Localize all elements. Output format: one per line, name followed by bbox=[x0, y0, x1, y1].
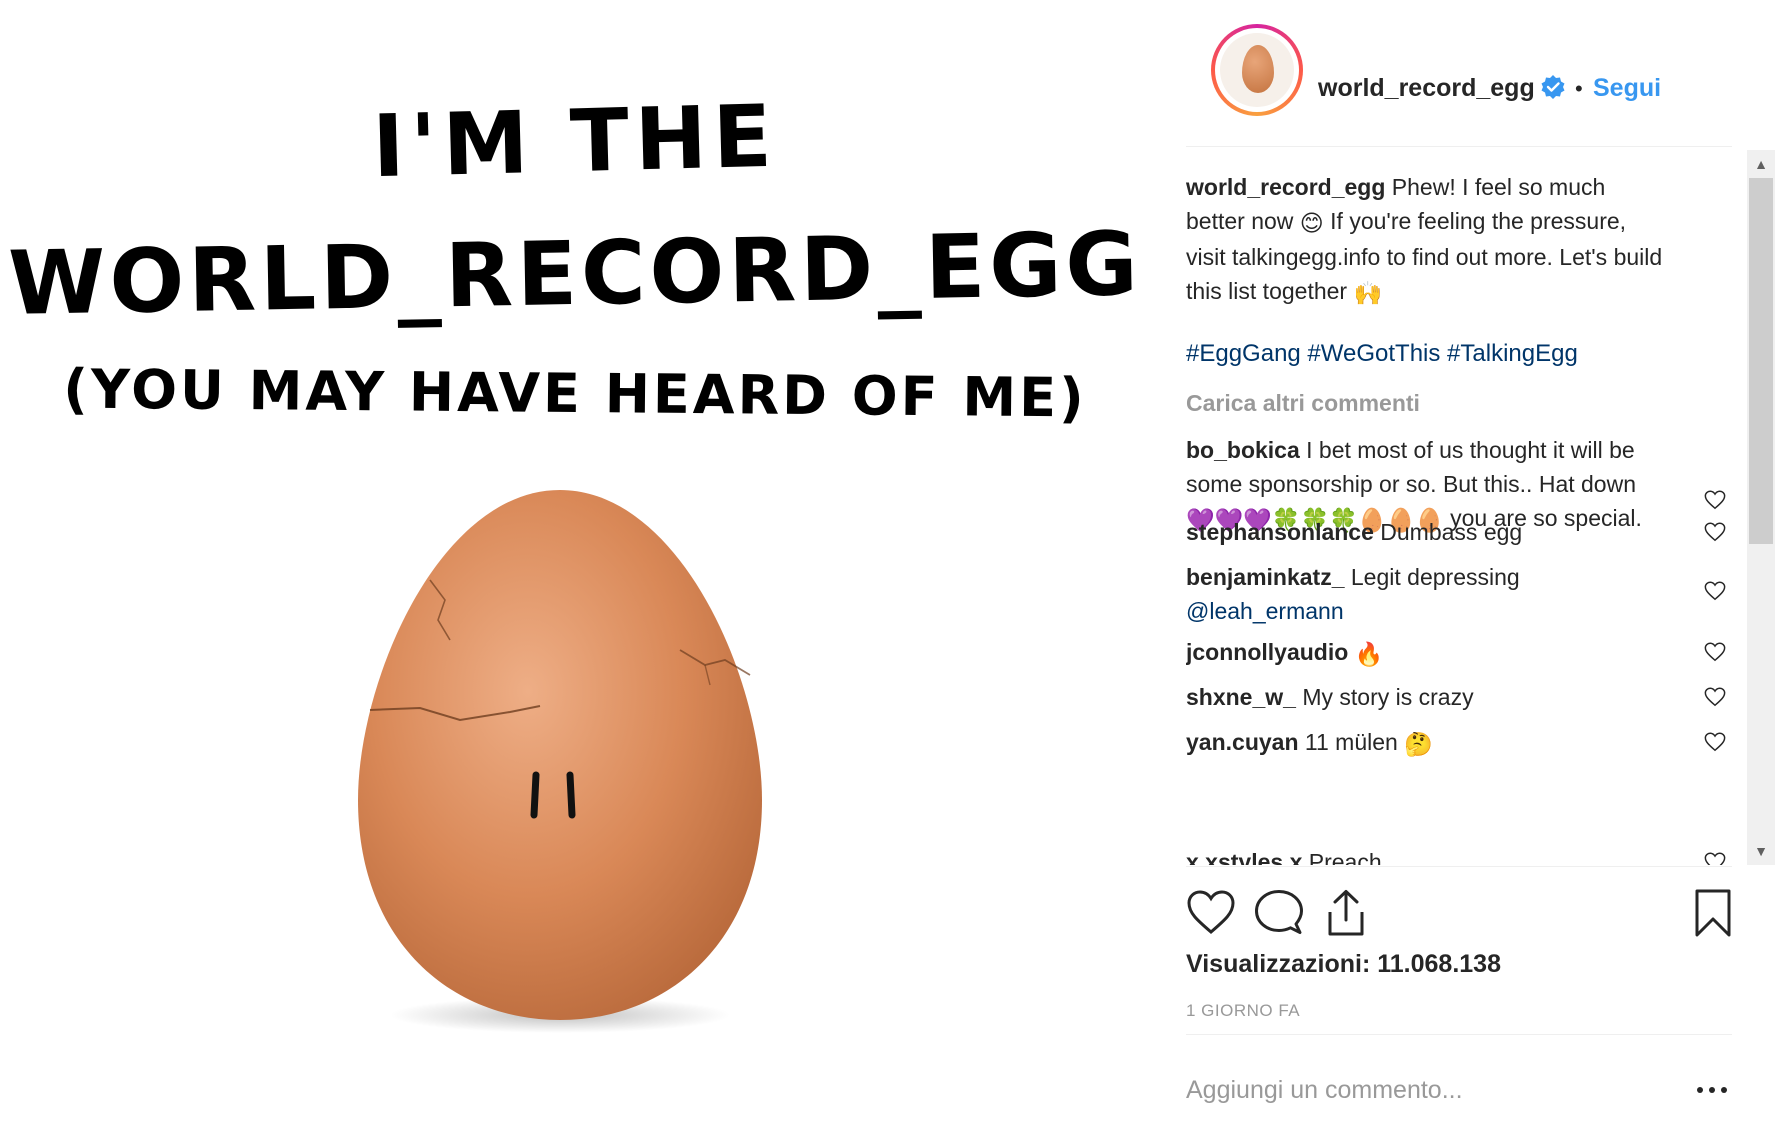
comment-row: jconnollyaudio 🔥 bbox=[1186, 635, 1726, 671]
post-image[interactable]: I'M THE WORLD_RECORD_EGG (YOU MAY HAVE H… bbox=[0, 0, 1150, 1137]
comment-username[interactable]: shxne_w_ bbox=[1186, 684, 1296, 710]
comment-row: benjaminkatz_ Legit depressing @leah_erm… bbox=[1186, 560, 1726, 628]
like-comment-heart-icon[interactable] bbox=[1704, 580, 1726, 602]
avatar[interactable] bbox=[1211, 24, 1303, 116]
comment-username[interactable]: yan.cuyan bbox=[1186, 729, 1299, 755]
like-comment-heart-icon[interactable] bbox=[1704, 489, 1726, 511]
image-text-line-3: (YOU MAY HAVE HEARD OF ME) bbox=[63, 357, 1087, 430]
scroll-up-arrow-icon[interactable]: ▲ bbox=[1747, 150, 1775, 178]
comment-text: Preach bbox=[1308, 849, 1382, 865]
comment-row: shxne_w_ My story is crazy bbox=[1186, 680, 1726, 714]
like-heart-icon[interactable] bbox=[1186, 888, 1236, 938]
comment-row: x.xstyles.x Preach bbox=[1186, 845, 1726, 865]
comment-text: Dumbass egg bbox=[1380, 519, 1523, 545]
views-count[interactable]: Visualizzazioni: 11.068.138 bbox=[1186, 950, 1501, 979]
divider bbox=[1186, 1034, 1732, 1035]
comment-text: Legit depressing bbox=[1350, 564, 1520, 590]
more-options-icon[interactable] bbox=[1692, 1078, 1732, 1102]
like-comment-heart-icon[interactable] bbox=[1704, 686, 1726, 708]
scroll-down-arrow-icon[interactable]: ▼ bbox=[1747, 837, 1775, 865]
caption-username[interactable]: world_record_egg bbox=[1186, 174, 1385, 200]
comments-list[interactable]: world_record_egg Phew! I feel so much be… bbox=[1186, 165, 1746, 865]
raised-hands-emoji-icon: 🙌 bbox=[1353, 279, 1383, 306]
post-timestamp[interactable]: 1 GIORNO FA bbox=[1186, 1001, 1300, 1021]
image-text-line-2: WORLD_RECORD_EGG bbox=[7, 212, 1143, 335]
comment-username[interactable]: jconnollyaudio bbox=[1186, 639, 1348, 665]
egg-illustration bbox=[358, 490, 762, 1033]
comment-text: 11 mülen bbox=[1304, 729, 1398, 755]
scrollbar-thumb[interactable] bbox=[1749, 178, 1773, 544]
share-icon[interactable] bbox=[1321, 888, 1371, 938]
caption-hashtags[interactable]: #EggGang #WeGotThis #TalkingEgg bbox=[1186, 340, 1666, 368]
like-comment-heart-icon[interactable] bbox=[1704, 521, 1726, 543]
comment-bubble-icon[interactable] bbox=[1254, 888, 1304, 938]
comment-row: yan.cuyan 11 mülen 🤔 bbox=[1186, 725, 1726, 761]
fire-emoji-icon: 🔥 bbox=[1354, 640, 1384, 667]
header-username[interactable]: world_record_egg bbox=[1318, 74, 1535, 103]
divider bbox=[1186, 866, 1732, 867]
comment-username[interactable]: x.xstyles.x bbox=[1186, 849, 1302, 865]
image-text-line-1: I'M THE bbox=[371, 86, 779, 198]
comment-text: My story is crazy bbox=[1302, 684, 1474, 710]
like-comment-heart-icon[interactable] bbox=[1704, 851, 1726, 865]
add-comment-input[interactable] bbox=[1186, 1070, 1666, 1110]
smile-emoji-icon: 😊 bbox=[1299, 209, 1324, 236]
comment-username[interactable]: stephansonlance bbox=[1186, 519, 1374, 545]
separator-dot: • bbox=[1575, 76, 1583, 101]
thinking-emoji-icon: 🤔 bbox=[1404, 730, 1433, 757]
comment-username[interactable]: bo_bokica bbox=[1186, 437, 1300, 463]
comment-username[interactable]: benjaminkatz_ bbox=[1186, 564, 1345, 590]
follow-button[interactable]: Segui bbox=[1593, 74, 1661, 103]
post-header: world_record_egg • Segui bbox=[1185, 20, 1745, 125]
post-caption: world_record_egg Phew! I feel so much be… bbox=[1186, 170, 1666, 310]
comments-scrollbar[interactable]: ▲ ▼ bbox=[1747, 150, 1775, 865]
like-comment-heart-icon[interactable] bbox=[1704, 731, 1726, 753]
like-comment-heart-icon[interactable] bbox=[1704, 641, 1726, 663]
bookmark-icon[interactable] bbox=[1688, 888, 1738, 938]
divider bbox=[1186, 146, 1732, 147]
post-actions-bar bbox=[1186, 880, 1736, 940]
comment-row: stephansonlance Dumbass egg bbox=[1186, 515, 1726, 549]
verified-badge-icon bbox=[1541, 75, 1565, 99]
comment-mention[interactable]: @leah_ermann bbox=[1186, 598, 1344, 624]
